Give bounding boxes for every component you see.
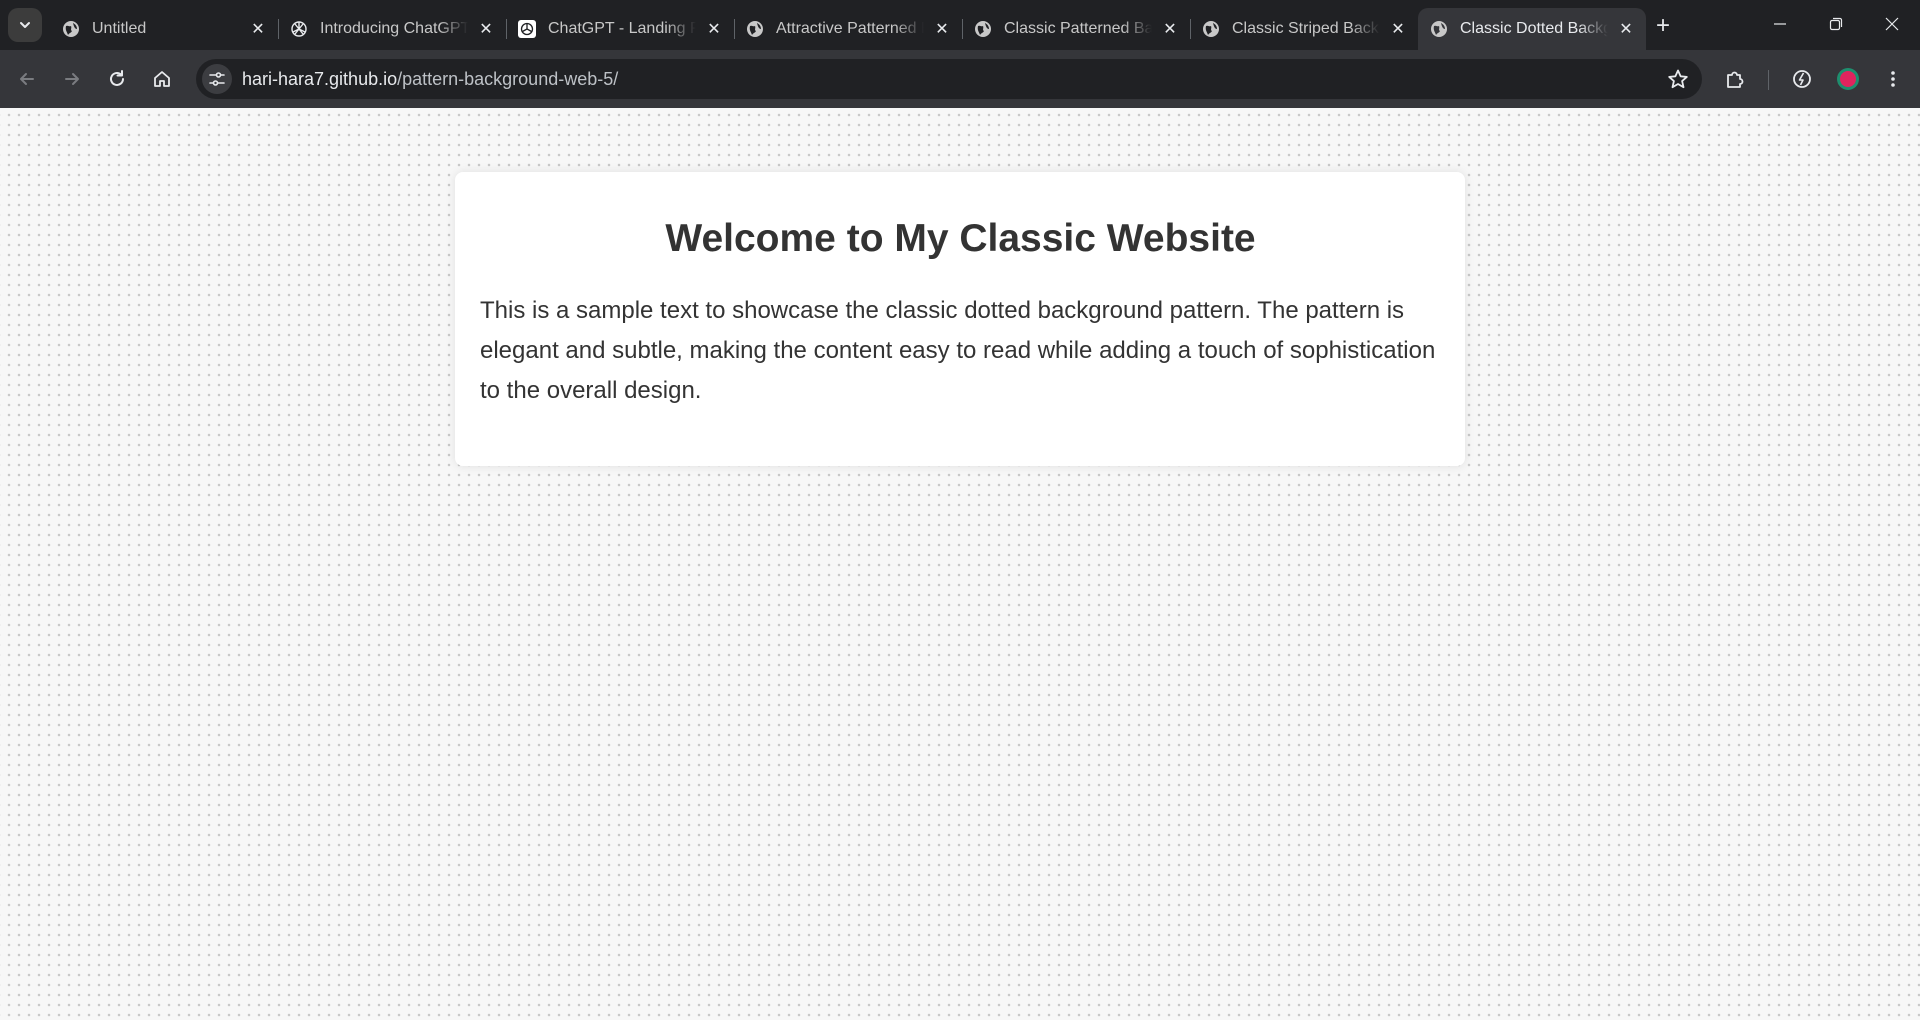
- tab-title: Introducing ChatGPT: [320, 20, 468, 37]
- tab-title: Classic Dotted Background: [1460, 20, 1608, 37]
- tune-icon: [209, 72, 225, 86]
- home-icon: [154, 71, 170, 87]
- close-icon[interactable]: ✕: [1160, 19, 1180, 39]
- url-path: /pattern-background-web-5/: [397, 68, 619, 89]
- tab-search-button[interactable]: [8, 8, 42, 42]
- chevron-down-icon: [20, 22, 30, 28]
- tab-classic-dotted[interactable]: Classic Dotted Background ✕: [1418, 8, 1646, 50]
- performance-button[interactable]: [1786, 63, 1818, 95]
- openai-icon: [290, 20, 308, 38]
- tab-classic-patterned[interactable]: Classic Patterned Background ✕: [962, 8, 1190, 50]
- tab-attractive-patterned[interactable]: Attractive Patterned Background ✕: [734, 8, 962, 50]
- page-title: Welcome to My Classic Website: [665, 217, 1256, 260]
- close-icon[interactable]: ✕: [932, 19, 952, 39]
- profile-avatar[interactable]: [1832, 63, 1864, 95]
- body-paragraph: This is a sample text to showcase the cl…: [480, 296, 1436, 404]
- tab-title: Untitled: [92, 20, 147, 37]
- tab-list: Untitled ✕ Introducing ChatGPT ✕ ChatGPT…: [50, 8, 1646, 50]
- back-button[interactable]: [11, 63, 43, 95]
- page-viewport: Welcome to My Classic Website This is a …: [0, 108, 1920, 1020]
- site-info-button[interactable]: [202, 64, 232, 94]
- close-icon[interactable]: ✕: [1616, 19, 1636, 39]
- openai-icon: [518, 20, 536, 38]
- new-tab-button[interactable]: +: [1650, 13, 1676, 39]
- reload-button[interactable]: [101, 63, 133, 95]
- globe-icon: [746, 20, 764, 38]
- tab-untitled[interactable]: Untitled ✕: [50, 8, 278, 50]
- tab-title: Classic Striped Background: [1232, 20, 1380, 37]
- bookmark-button[interactable]: [1662, 63, 1694, 95]
- close-icon[interactable]: ✕: [704, 19, 724, 39]
- arrow-right-icon: [65, 73, 79, 85]
- close-icon[interactable]: ✕: [1388, 19, 1408, 39]
- content-card: Welcome to My Classic Website This is a …: [455, 172, 1465, 466]
- tab-title: Attractive Patterned Background: [776, 20, 924, 37]
- browser-toolbar: hari-hara7.github.io/pattern-background-…: [0, 50, 1920, 108]
- toolbar-divider: [1768, 70, 1769, 90]
- tab-title: Classic Patterned Background: [1004, 20, 1152, 37]
- menu-button[interactable]: [1877, 63, 1909, 95]
- globe-icon: [974, 20, 992, 38]
- close-icon: [1885, 17, 1899, 31]
- tab-classic-striped[interactable]: Classic Striped Background ✕: [1190, 8, 1418, 50]
- puzzle-icon: [1727, 71, 1744, 88]
- minimize-icon: [1774, 23, 1786, 25]
- close-icon[interactable]: ✕: [248, 19, 268, 39]
- more-vertical-icon: [1891, 71, 1895, 87]
- avatar-icon: [1837, 68, 1859, 90]
- tab-introducing-chatgpt[interactable]: Introducing ChatGPT ✕: [278, 8, 506, 50]
- forward-button[interactable]: [56, 63, 88, 95]
- url-host: hari-hara7.github.io: [242, 68, 398, 89]
- restore-button[interactable]: [1808, 0, 1864, 48]
- url-text[interactable]: hari-hara7.github.io/pattern-background-…: [242, 69, 1662, 90]
- arrow-left-icon: [20, 73, 34, 85]
- address-bar[interactable]: hari-hara7.github.io/pattern-background-…: [196, 59, 1702, 99]
- close-icon[interactable]: ✕: [476, 19, 496, 39]
- window-controls: [1752, 0, 1920, 48]
- star-icon: [1668, 69, 1688, 89]
- tab-title: ChatGPT - Landing Page: [548, 20, 696, 37]
- globe-icon: [1202, 20, 1220, 38]
- speedometer-icon: [1793, 70, 1811, 88]
- tab-strip: Untitled ✕ Introducing ChatGPT ✕ ChatGPT…: [0, 0, 1920, 50]
- restore-icon: [1829, 17, 1843, 31]
- tab-chatgpt-landing[interactable]: ChatGPT - Landing Page ✕: [506, 8, 734, 50]
- extensions-button[interactable]: [1719, 63, 1751, 95]
- minimize-button[interactable]: [1752, 0, 1808, 48]
- globe-icon: [1430, 20, 1448, 38]
- close-window-button[interactable]: [1864, 0, 1920, 48]
- globe-icon: [62, 20, 80, 38]
- home-button[interactable]: [146, 63, 178, 95]
- reload-icon: [110, 70, 124, 86]
